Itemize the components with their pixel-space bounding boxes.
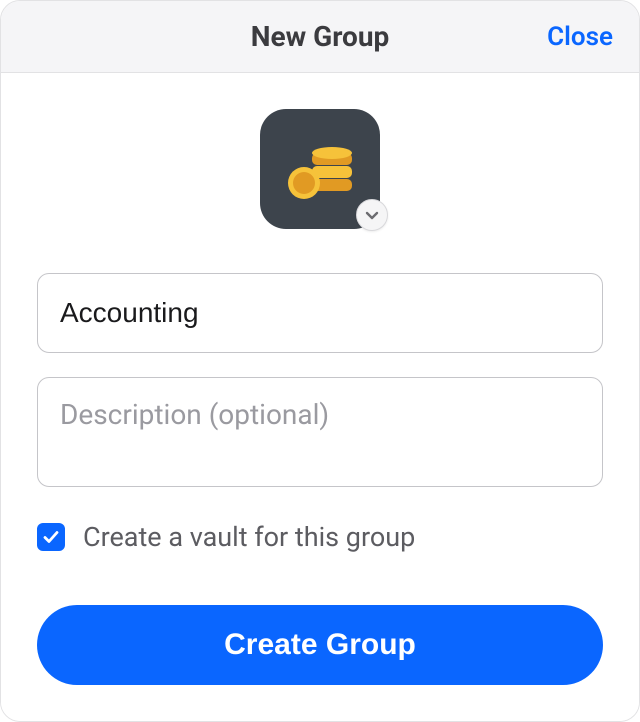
checkmark-icon	[42, 528, 60, 546]
modal-header: New Group Close	[1, 1, 639, 73]
create-vault-checkbox[interactable]	[37, 523, 65, 551]
group-name-input[interactable]	[37, 273, 603, 353]
close-button[interactable]: Close	[547, 22, 613, 52]
chevron-down-icon	[356, 199, 388, 231]
modal-title: New Group	[251, 20, 390, 53]
description-field-wrapper	[37, 377, 603, 491]
group-description-input[interactable]	[37, 377, 603, 487]
group-icon-picker[interactable]	[260, 109, 380, 229]
create-group-button[interactable]: Create Group	[37, 605, 603, 685]
create-vault-row: Create a vault for this group	[37, 521, 603, 553]
modal-body: Create a vault for this group Create Gro…	[1, 73, 639, 721]
create-vault-label: Create a vault for this group	[83, 521, 415, 553]
name-field-wrapper	[37, 273, 603, 353]
new-group-modal: New Group Close	[0, 0, 640, 722]
